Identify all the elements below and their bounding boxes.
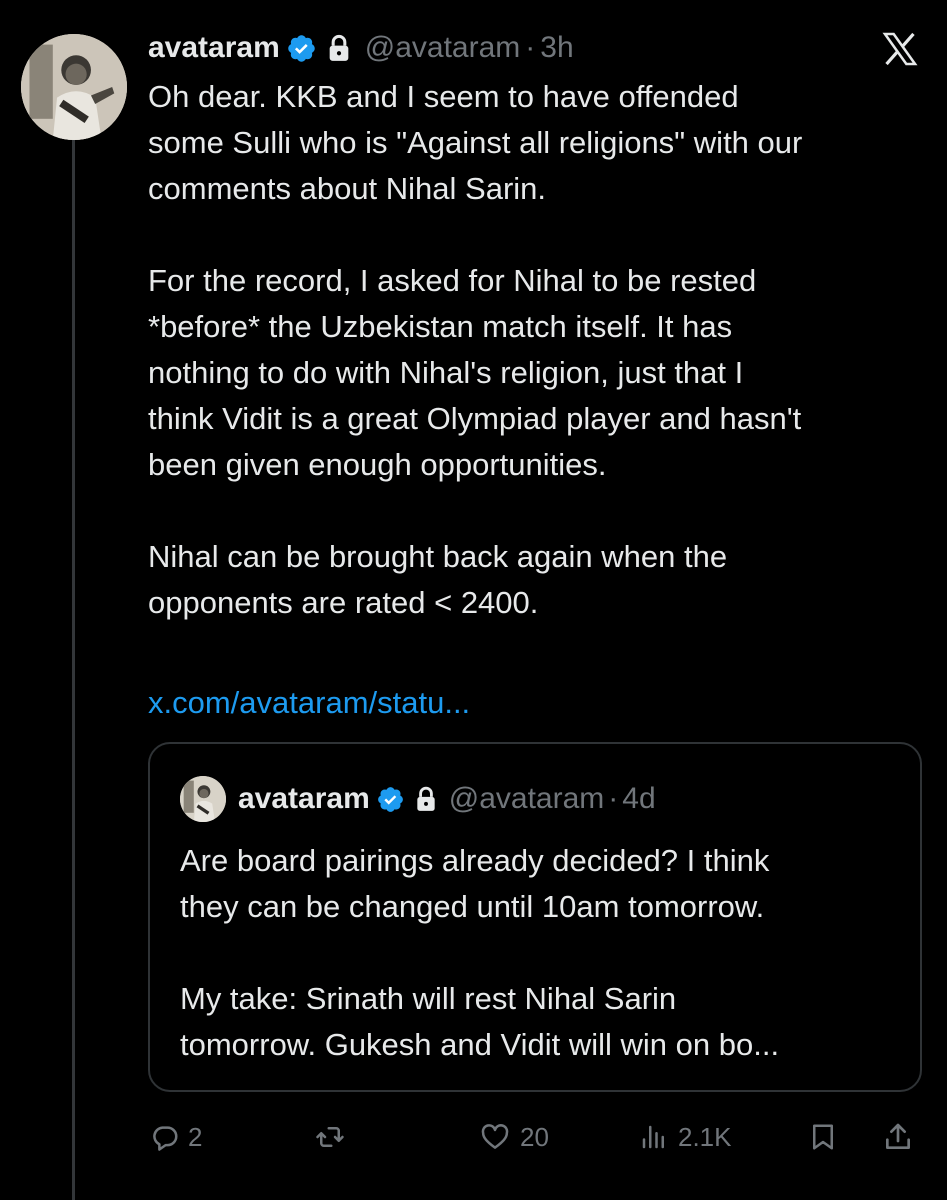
verified-badge-icon	[376, 785, 405, 814]
thread-line	[72, 132, 75, 1200]
lock-icon	[327, 34, 351, 62]
tweet-header: avataram @avataram · 3h	[148, 26, 574, 70]
verified-badge-icon	[286, 33, 317, 64]
quoted-author-handle: @avataram	[448, 782, 605, 815]
separator-dot: ·	[525, 31, 536, 64]
quoted-avatar	[180, 776, 226, 822]
quoted-author-name: avataram	[238, 782, 370, 815]
tweet-link[interactable]: x.com/avataram/statu...	[148, 680, 470, 726]
repost-button[interactable]	[312, 1112, 356, 1162]
tweet-body: Oh dear. KKB and I seem to have offended…	[148, 79, 803, 620]
repost-icon	[312, 1122, 348, 1152]
timestamp[interactable]: 3h	[540, 31, 573, 65]
separator-dot: ·	[608, 782, 619, 815]
share-icon	[882, 1121, 914, 1153]
bookmark-button[interactable]	[808, 1112, 838, 1162]
avatar[interactable]	[21, 34, 127, 140]
author-name[interactable]: avataram	[148, 31, 280, 65]
avatar-photo	[21, 34, 127, 140]
author-handle[interactable]: @avataram	[365, 31, 521, 65]
x-logo-icon	[880, 30, 920, 68]
bookmark-icon	[808, 1121, 838, 1153]
view-count: 2.1K	[678, 1121, 732, 1152]
reply-count: 2	[188, 1121, 203, 1152]
reply-button[interactable]: 2	[150, 1112, 202, 1162]
views-button[interactable]: 2.1K	[638, 1112, 732, 1162]
views-icon	[638, 1122, 670, 1152]
like-button[interactable]: 20	[478, 1112, 549, 1162]
quoted-tweet-header: avataram @avataram · 4d	[180, 774, 656, 824]
reply-icon	[150, 1122, 180, 1152]
heart-icon	[478, 1122, 512, 1152]
quoted-tweet-card[interactable]: avataram @avataram · 4d Are board pairin…	[148, 742, 922, 1092]
lock-icon	[415, 786, 437, 812]
like-count: 20	[520, 1121, 549, 1152]
quoted-timestamp: 4d	[622, 782, 656, 815]
share-button[interactable]	[882, 1112, 914, 1162]
tweet-actions-bar: 2 20 2.1K	[148, 1112, 923, 1162]
quoted-tweet-body: Are board pairings already decided? I th…	[180, 843, 780, 1062]
